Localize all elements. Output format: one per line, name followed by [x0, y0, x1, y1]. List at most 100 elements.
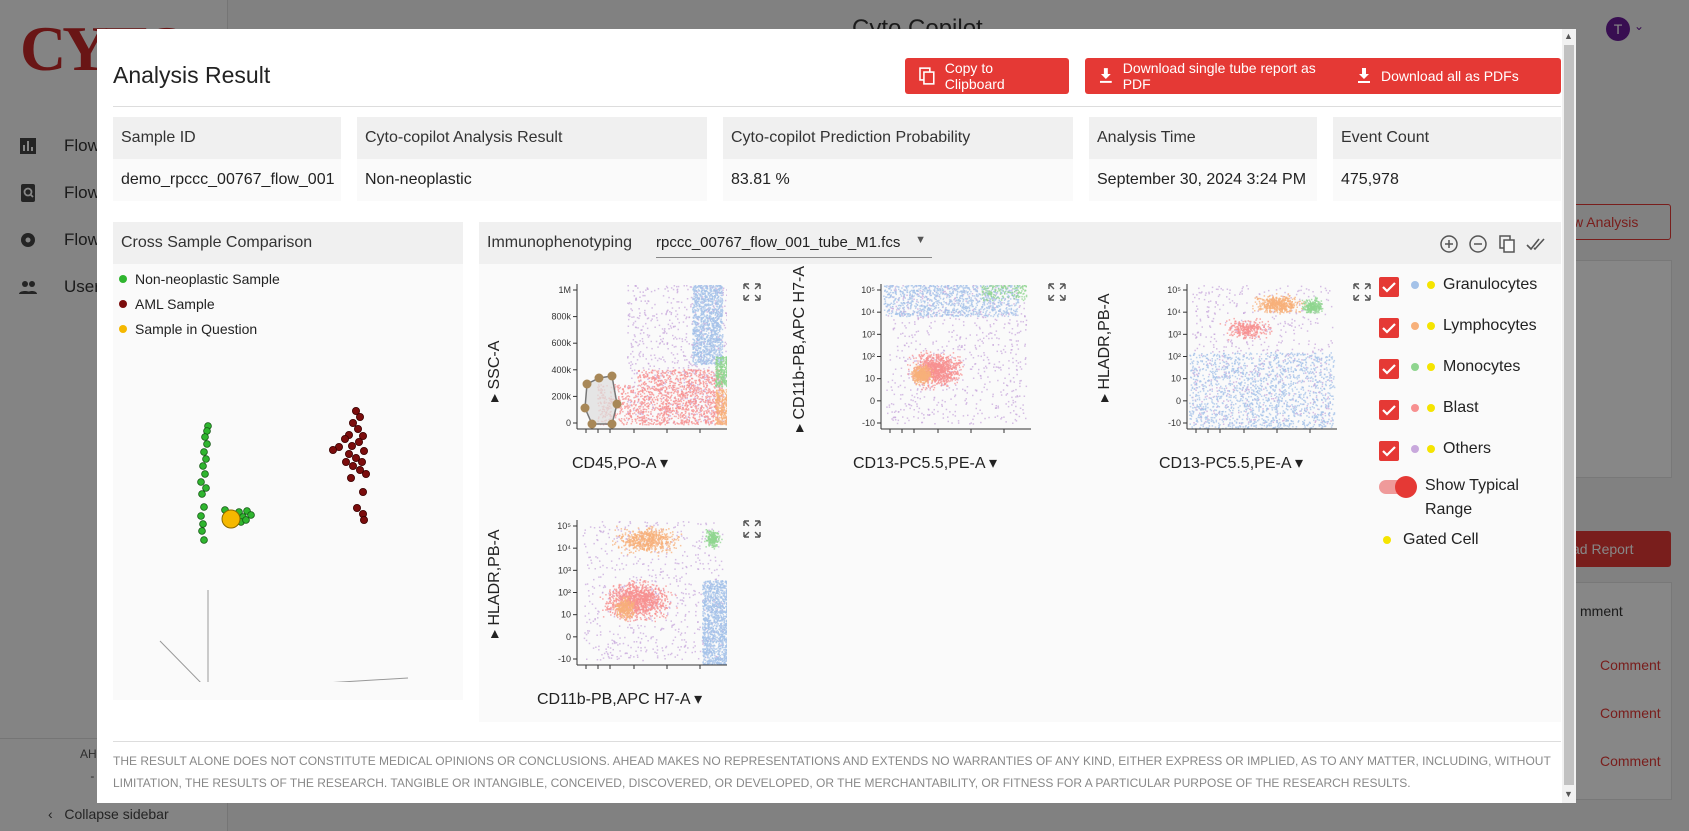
y-axis-label-text: CD11b-PB,APC H7-A [791, 265, 808, 420]
divider [113, 741, 1561, 742]
x-axis-label-text: CD13-PC5.5,PE-A [853, 455, 985, 472]
x-axis-label-text: CD11b-PB,APC H7-A [537, 691, 690, 708]
y-tick-label: 200k [551, 391, 571, 401]
immunophenotyping-panel: Immunophenotyping rpccc_00767_flow_001_t… [479, 222, 1561, 722]
check-icon [1382, 405, 1396, 416]
checkbox-others[interactable] [1379, 441, 1399, 461]
y-axis-label[interactable]: ▸ SSC-A [484, 341, 504, 402]
expand-icon[interactable] [1352, 282, 1372, 302]
expand-icon[interactable] [1047, 282, 1067, 302]
show-typical-range-toggle[interactable] [1379, 476, 1417, 498]
download-all-label: Download all as PDFs [1381, 68, 1519, 84]
y-tick-label: 10³ [558, 565, 571, 575]
gated-dot [1427, 445, 1435, 453]
y-tick-label: -10 [558, 654, 571, 664]
check-icon [1382, 364, 1396, 375]
download-all-pdf-button[interactable]: Download all as PDFs [1343, 58, 1561, 94]
gate-handle[interactable] [607, 419, 617, 429]
double-check-icon[interactable] [1526, 234, 1546, 254]
legend-sample-in-question[interactable]: Sample in Question [119, 321, 257, 337]
scatter-cd45-ssc[interactable]: 1M800k600k400k200k0-10010²10³10⁴10⁵ [537, 284, 727, 434]
modal-scrollbar[interactable]: ▲ ▼ [1562, 29, 1576, 803]
3d-scatter-plot[interactable] [113, 342, 463, 682]
expand-icon[interactable] [742, 282, 762, 302]
analysis-result-label: Cyto-copilot Analysis Result [357, 117, 707, 159]
gate-handle[interactable] [582, 379, 592, 389]
scatter-cd13-cd11b[interactable]: 10⁵10⁴10³10²100-10-10010²10³10⁴10⁵ [841, 284, 1031, 434]
legend-non-neoplastic[interactable]: Non-neoplastic Sample [119, 271, 280, 287]
checkbox-monocytes[interactable] [1379, 359, 1399, 379]
legend-label: AML Sample [135, 296, 215, 312]
scrollbar-thumb[interactable] [1564, 45, 1574, 785]
gate-handle[interactable] [607, 371, 617, 381]
x-axis-label-text: CD45,PO-A [572, 455, 656, 472]
x-axis-label[interactable]: CD13-PC5.5,PE-A ▾ [853, 453, 997, 473]
zoom-out-icon[interactable] [1468, 234, 1488, 254]
sample-in-question-point[interactable] [221, 509, 241, 529]
show-typical-range-label: Show Typical Range [1425, 474, 1519, 522]
show-typical-line: Range [1425, 501, 1473, 518]
y-axis-label[interactable]: ▸ HLADR,PB-A [484, 529, 504, 638]
population-blast: Blast [1411, 399, 1479, 417]
divider [113, 106, 1561, 107]
fcs-file-select[interactable]: rpccc_00767_flow_001_tube_M1.fcs ▼ [656, 232, 932, 258]
population-lymphocytes: Lymphocytes [1411, 317, 1537, 335]
population-granulocytes: Granulocytes [1411, 276, 1537, 294]
scroll-down-icon[interactable]: ▼ [1564, 789, 1573, 799]
gated-dot [1427, 363, 1435, 371]
check-icon [1382, 446, 1396, 457]
modal-title: Analysis Result [113, 62, 271, 88]
population-dot [1411, 363, 1419, 371]
copy-to-clipboard-button[interactable]: Copy to Clipboard [905, 58, 1069, 94]
x-axis-label[interactable]: CD11b-PB,APC H7-A ▾ [537, 689, 702, 709]
gate-handle[interactable] [580, 403, 590, 413]
population-others: Others [1411, 440, 1491, 458]
legend-aml[interactable]: AML Sample [119, 296, 215, 312]
toggle-knob[interactable] [1395, 476, 1417, 498]
copy-icon[interactable] [1497, 234, 1517, 254]
population-dot [1411, 445, 1419, 453]
scatter-points [1189, 285, 1336, 430]
y-tick-label: -10 [1168, 418, 1181, 428]
expand-icon[interactable] [742, 519, 762, 539]
scatter-points [582, 521, 727, 666]
immunophenotyping-title: Immunophenotyping [479, 222, 1561, 264]
x-axis-label[interactable]: CD45,PO-A ▾ [572, 453, 668, 473]
check-icon [1382, 323, 1396, 334]
population-monocytes: Monocytes [1411, 358, 1520, 376]
checkbox-blast[interactable] [1379, 400, 1399, 420]
population-dot [1411, 281, 1419, 289]
gate-handle[interactable] [587, 419, 597, 429]
scatter-cd13-hladr[interactable]: 10⁵10⁴10³10²100-10-10010²10³10⁴10⁵ [1147, 284, 1337, 434]
y-axis-label[interactable]: ▸ HLADR,PB-A [1094, 293, 1114, 402]
gated-dot [1427, 281, 1435, 289]
probability-card: Cyto-copilot Prediction Probability 83.8… [723, 117, 1073, 201]
checkbox-granulocytes[interactable] [1379, 277, 1399, 297]
population-legend: Granulocytes Lymphocytes Monocytes Blast… [1379, 274, 1554, 548]
sample-id-value: demo_rpccc_00767_flow_001 [121, 171, 335, 188]
zoom-in-icon[interactable] [1439, 234, 1459, 254]
y-tick-label: 10 [561, 610, 571, 620]
y-tick-label: 10⁴ [1167, 307, 1181, 317]
event-count-label: Event Count [1333, 117, 1561, 159]
y-tick-label: 0 [870, 396, 875, 406]
gate-handle[interactable] [612, 399, 622, 409]
y-tick-label: 0 [1176, 396, 1181, 406]
scatter-cd11b-hladr[interactable]: 10⁵10⁴10³10²100-10-10010²10³10⁴10⁵ [537, 520, 727, 670]
gated-cell-label: Gated Cell [1403, 531, 1479, 548]
population-label: Others [1443, 440, 1492, 457]
y-tick-label: 1M [558, 285, 571, 295]
checkbox-lymphocytes[interactable] [1379, 318, 1399, 338]
disclaimer: THE RESULT ALONE DOES NOT CONSTITUTE MED… [113, 754, 1551, 790]
probability-label: Cyto-copilot Prediction Probability [723, 117, 1073, 159]
gate-handle[interactable] [594, 373, 604, 383]
cross-sample-panel: Cross Sample Comparison Non-neoplastic S… [113, 222, 463, 700]
download-single-pdf-button[interactable]: Download single tube report as PDF [1085, 58, 1357, 94]
y-axis-label[interactable]: ▸ CD11b-PB,APC H7-A [789, 266, 809, 432]
legend-dot [119, 325, 127, 333]
x-axis-label[interactable]: CD13-PC5.5,PE-A ▾ [1159, 453, 1303, 473]
analysis-time-value: September 30, 2024 3:24 PM [1097, 171, 1307, 188]
analysis-result-modal: Analysis Result Copy to Clipboard Downlo… [97, 29, 1576, 803]
scroll-up-icon[interactable]: ▲ [1564, 31, 1573, 41]
y-tick-label: -10 [862, 418, 875, 428]
